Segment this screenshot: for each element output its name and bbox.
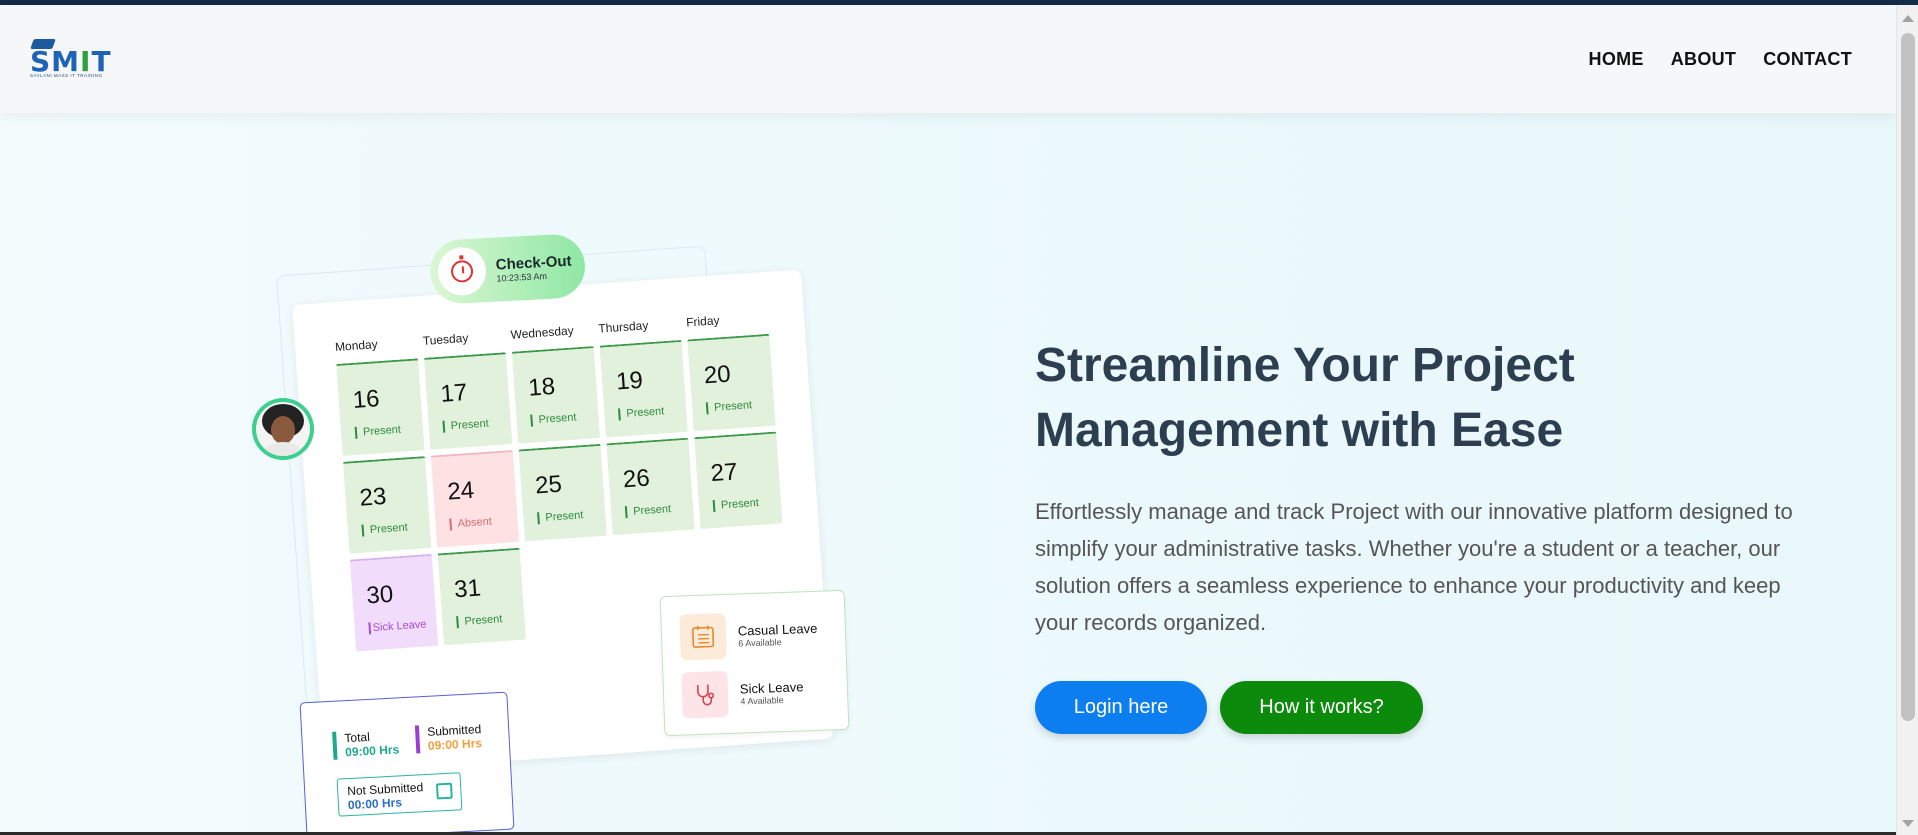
calendar-cell: 26 Present (606, 437, 695, 536)
cell-status: Present (442, 417, 490, 433)
calendar-cell: 20 Present (687, 333, 776, 432)
cell-date: 24 (446, 476, 476, 506)
calendar-cell: 31 Present (437, 547, 526, 646)
cell-date: 19 (615, 366, 644, 396)
cell-status: Present (361, 521, 409, 537)
hero-actions: Login here How it works? (1035, 681, 1815, 734)
hours-summary-card: Total 09:00 Hrs Submitted 09:00 Hrs Not … (299, 691, 515, 835)
leave-balance-card: Casual Leave 6 Available Sick Leave 4 Av… (659, 589, 850, 737)
cell-status: Present (618, 405, 665, 421)
main-nav: HOME ABOUT CONTACT (1589, 49, 1852, 70)
not-submitted-hours: Not Submitted 00:00 Hrs (336, 772, 463, 817)
how-it-works-button[interactable]: How it works? (1220, 681, 1423, 734)
cell-status: Present (354, 423, 402, 439)
day-label: Wednesday (510, 323, 575, 342)
stethoscope-icon (681, 670, 729, 719)
scroll-up-icon[interactable] (1902, 15, 1914, 22)
stopwatch-icon (436, 246, 488, 297)
cell-status: Present (712, 496, 760, 513)
submitted-hours: Submitted 09:00 Hrs (414, 722, 483, 754)
logo-subtitle: SAYLANI MASS IT TRAINING (30, 73, 103, 78)
day-label: Tuesday (422, 330, 469, 348)
cell-status: Sick Leave (368, 618, 427, 635)
scroll-thumb[interactable] (1901, 33, 1915, 721)
day-label: Thursday (597, 318, 649, 336)
external-link-icon (435, 782, 453, 800)
checkout-badge: Check-Out 10:23:53 Am (428, 232, 587, 306)
cell-date: 23 (358, 482, 388, 512)
casual-leave-row: Casual Leave 6 Available (679, 610, 818, 661)
nav-contact-link[interactable]: CONTACT (1763, 49, 1852, 70)
user-avatar (252, 398, 314, 460)
cell-status: Present (705, 399, 753, 415)
total-hours: Total 09:00 Hrs (332, 728, 400, 760)
sick-leave-available: 4 Available (740, 694, 784, 707)
nav-home-link[interactable]: HOME (1589, 49, 1644, 70)
cell-date: 30 (365, 580, 395, 610)
vertical-scrollbar[interactable] (1896, 5, 1918, 835)
calendar-cell: 23 Present (343, 456, 432, 554)
scroll-down-icon[interactable] (1902, 820, 1914, 827)
hero-description: Effortlessly manage and track Project wi… (1035, 499, 1793, 635)
cell-date: 26 (622, 464, 651, 494)
calendar-cell: 27 Present (694, 431, 783, 530)
hero-title: Streamline Your Project Management with … (1035, 339, 1575, 457)
calendar-cell: 18 Present (511, 346, 601, 444)
day-label: Monday (334, 337, 379, 355)
cell-status: Present (530, 411, 577, 427)
casual-leave-available: 6 Available (738, 636, 782, 649)
smit-logo[interactable]: SMIT SAYLANI MASS IT TRAINING (30, 39, 126, 79)
cell-date: 18 (527, 372, 556, 402)
casual-leave-title: Casual Leave (737, 620, 818, 639)
cell-date: 16 (351, 385, 381, 414)
calendar-cell-sick: 30 Sick Leave (349, 553, 439, 652)
cell-date: 31 (453, 574, 482, 604)
checklist-icon (679, 612, 727, 661)
calendar-cell: 17 Present (424, 352, 513, 450)
sick-leave-row: Sick Leave 4 Available (681, 668, 804, 719)
calendar-cell: 16 Present (336, 358, 425, 456)
cell-date: 17 (439, 379, 469, 408)
hero-section: Streamline Your Project Management with … (1035, 333, 1815, 734)
calendar-cell: 19 Present (599, 339, 688, 438)
cell-status: Absent (449, 515, 493, 531)
day-label: Friday (685, 313, 720, 330)
cell-status: Present (624, 503, 672, 519)
site-header: SMIT SAYLANI MASS IT TRAINING HOME ABOUT… (0, 5, 1896, 113)
nav-about-link[interactable]: ABOUT (1671, 49, 1737, 70)
calendar-cell: 25 Present (518, 443, 607, 542)
sick-leave-title: Sick Leave (739, 678, 804, 697)
cell-date: 27 (709, 458, 739, 488)
login-button[interactable]: Login here (1035, 681, 1207, 734)
cell-date: 20 (703, 360, 732, 390)
cell-date: 25 (534, 470, 563, 500)
cell-status: Present (537, 509, 584, 525)
calendar-cell-absent: 24 Absent (430, 449, 520, 548)
cell-status: Present (456, 613, 503, 629)
